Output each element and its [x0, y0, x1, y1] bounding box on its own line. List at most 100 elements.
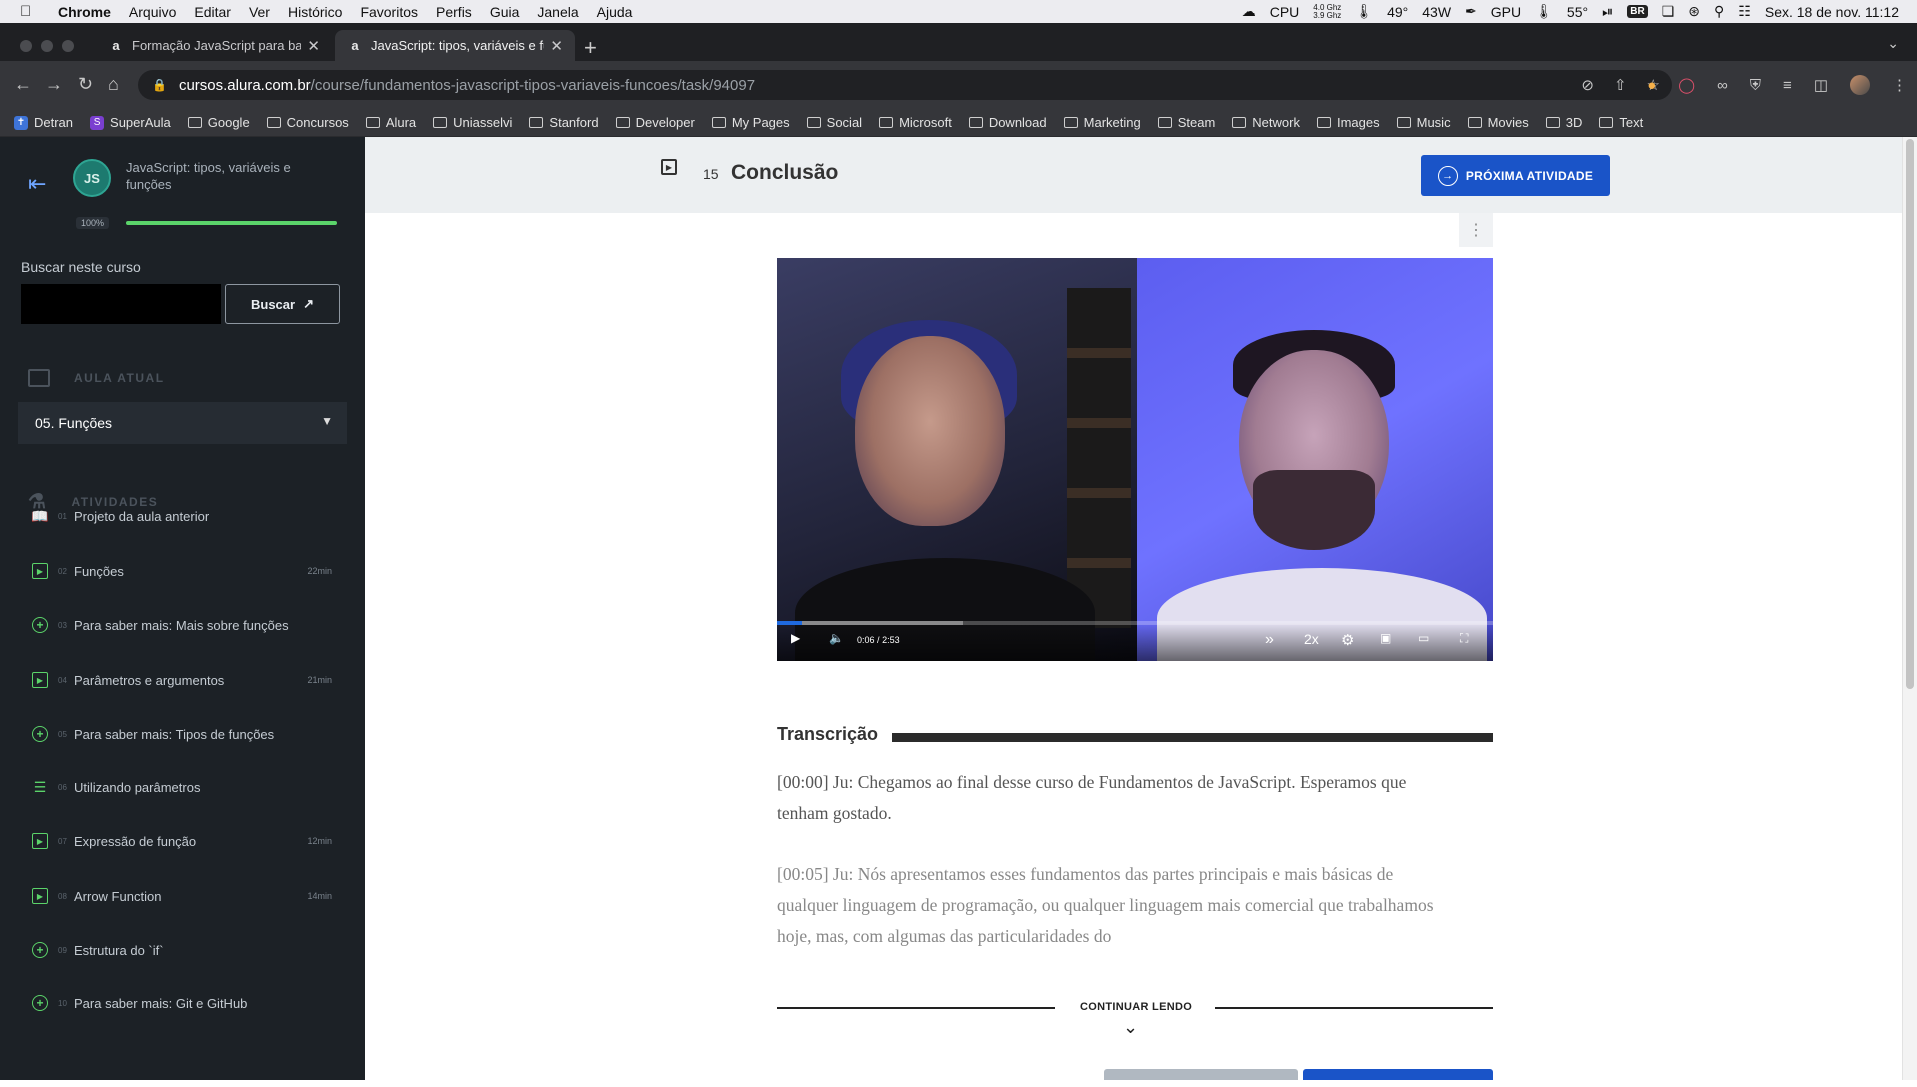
picture-in-picture-icon[interactable]: ▣ — [1380, 631, 1391, 645]
bookmark-folder-my-pages[interactable]: My Pages — [711, 115, 790, 130]
play-icon[interactable]: ▶ — [791, 631, 800, 645]
minimize-window-button[interactable] — [41, 40, 53, 52]
bookmark-folder-social[interactable]: Social — [806, 115, 862, 130]
menu-favoritos[interactable]: Favoritos — [360, 4, 418, 20]
profile-avatar[interactable] — [1850, 75, 1870, 95]
close-tab-icon[interactable]: ✕ — [550, 37, 563, 55]
back-arrow-icon[interactable]: ← — [14, 74, 32, 95]
keyboard-layout[interactable]: BR — [1627, 5, 1648, 18]
menu-ver[interactable]: Ver — [249, 4, 270, 20]
apple-menu-icon[interactable]:  — [20, 3, 38, 20]
bookmark-folder-concursos[interactable]: Concursos — [266, 115, 349, 130]
address-bar[interactable]: 🔒 cursos.alura.com.br /course/fundamento… — [138, 70, 1672, 100]
activity-item[interactable]: ☰ 06 Utilizando parâmetros — [0, 775, 365, 799]
skip-forward-icon[interactable]: » — [1265, 631, 1274, 649]
extension-icon[interactable]: ● — [1647, 77, 1656, 94]
datetime[interactable]: Sex. 18 de nov. 11:12 — [1765, 4, 1899, 20]
activity-item[interactable]: +03 Para saber mais: Mais sobre funções — [0, 613, 365, 637]
fullscreen-icon[interactable]: ⛶ — [1460, 631, 1468, 646]
course-title[interactable]: JavaScript: tipos, variáveis e funções — [126, 159, 306, 193]
browser-tab-javascript[interactable]: a JavaScript: tipos, variáveis e funções… — [335, 30, 575, 61]
bookmark-folder-uniasselvi[interactable]: Uniasselvi — [433, 115, 512, 130]
chevron-down-icon[interactable]: ⌄ — [1123, 1017, 1138, 1038]
close-tab-icon[interactable]: ✕ — [307, 37, 320, 55]
wifi-icon[interactable]: ⊛ — [1688, 3, 1700, 20]
activity-item[interactable]: +10 Para saber mais: Git e GitHub — [0, 991, 365, 1015]
next-button-partial[interactable] — [1303, 1069, 1493, 1080]
bookmark-folder-text[interactable]: Text — [1599, 115, 1643, 130]
continue-reading-link[interactable]: CONTINUAR LENDO — [1080, 1001, 1192, 1013]
bookmark-folder-movies[interactable]: Movies — [1467, 115, 1529, 130]
activity-item[interactable]: ▶ 02 Funções 22min — [0, 559, 365, 583]
forward-arrow-icon[interactable]: → — [45, 74, 63, 95]
activity-item[interactable]: +09 Estrutura do `if` — [0, 938, 365, 962]
side-panel-icon[interactable]: ◫ — [1814, 76, 1828, 94]
activity-item[interactable]: 📖 01 Projeto da aula anterior — [0, 504, 365, 528]
lesson-select[interactable]: 05. Funções ▼ — [18, 402, 347, 444]
activity-item[interactable]: ▶ 04 Parâmetros e argumentos 21min — [0, 668, 365, 692]
menu-guia[interactable]: Guia — [490, 4, 520, 20]
bookmark-folder-google[interactable]: Google — [187, 115, 250, 130]
previous-button-partial[interactable] — [1104, 1069, 1298, 1080]
control-center-icon[interactable]: ☷ — [1738, 3, 1751, 20]
bookmark-folder-download[interactable]: Download — [968, 115, 1047, 130]
share-icon[interactable]: ⇧ — [1614, 76, 1627, 94]
bookmark-folder-alura[interactable]: Alura — [365, 115, 416, 130]
cloud-icon[interactable]: ☁ — [1242, 3, 1256, 20]
collapse-sidebar-icon[interactable]: ⇤ — [28, 171, 46, 197]
zoom-window-button[interactable] — [62, 40, 74, 52]
bookmark-folder-images[interactable]: Images — [1316, 115, 1380, 130]
search-course-button[interactable]: Buscar ↗ — [225, 284, 340, 324]
home-icon[interactable]: ⌂ — [108, 74, 119, 95]
bookmark-folder-marketing[interactable]: Marketing — [1063, 115, 1141, 130]
bookmark-folder-music[interactable]: Music — [1396, 115, 1451, 130]
menu-arquivo[interactable]: Arquivo — [129, 4, 176, 20]
more-options-icon[interactable]: ⋮ — [1459, 213, 1493, 247]
activity-item[interactable]: ▶ 07 Expressão de função 12min — [0, 829, 365, 853]
bookmark-folder-stanford[interactable]: Stanford — [529, 115, 599, 130]
scrollbar-thumb[interactable] — [1906, 139, 1914, 689]
windows-icon[interactable]: ❏ — [1662, 3, 1675, 20]
eye-off-icon[interactable]: ⊘ — [1581, 76, 1594, 94]
activity-item[interactable]: +05 Para saber mais: Tipos de funções — [0, 722, 365, 746]
reload-icon[interactable]: ↻ — [78, 74, 93, 95]
bookmark-detran[interactable]: ✝ Detran — [14, 115, 73, 130]
bookmark-folder-microsoft[interactable]: Microsoft — [879, 115, 952, 130]
play-circle-icon[interactable]: ⏯ — [1602, 3, 1613, 20]
tab-search-chevron-icon[interactable]: ⌄ — [1887, 35, 1899, 52]
bookmark-folder-developer[interactable]: Developer — [615, 115, 695, 130]
next-activity-button[interactable]: → PRÓXIMA ATIVIDADE — [1421, 155, 1610, 196]
page-scrollbar[interactable] — [1902, 137, 1917, 1080]
menu-ajuda[interactable]: Ajuda — [597, 4, 633, 20]
search-course-input[interactable] — [21, 284, 221, 324]
settings-gear-icon[interactable]: ⚙ — [1341, 631, 1354, 649]
menu-historico[interactable]: Histórico — [288, 4, 342, 20]
video-seek-bar[interactable] — [777, 621, 1493, 625]
search-icon[interactable]: ⚲ — [1714, 3, 1724, 20]
lock-icon[interactable]: 🔒 — [152, 78, 167, 92]
new-tab-icon[interactable]: + — [584, 35, 597, 61]
bookmark-folder-steam[interactable]: Steam — [1157, 115, 1215, 130]
video-player[interactable]: ▶ 🔈 0:06 / 2:53 » 2x ⚙ ▣ ▭ ⛶ — [777, 258, 1493, 661]
menu-app-name[interactable]: Chrome — [58, 4, 111, 20]
close-window-button[interactable] — [20, 40, 32, 52]
volume-icon[interactable]: 🔈 — [829, 631, 844, 645]
menu-janela[interactable]: Janela — [537, 4, 578, 20]
theater-mode-icon[interactable]: ▭ — [1418, 631, 1429, 645]
bookmark-folder-3d[interactable]: 3D — [1545, 115, 1582, 130]
activity-item[interactable]: ▶ 08 Arrow Function 14min — [0, 884, 365, 908]
bookmark-superaula[interactable]: S SuperAula — [90, 115, 171, 130]
browser-tab-formacao[interactable]: a Formação JavaScript para back-end ✕ — [96, 30, 332, 61]
extension-icon[interactable]: ◯ — [1678, 76, 1695, 94]
menu-perfis[interactable]: Perfis — [436, 4, 472, 20]
playback-speed[interactable]: 2x — [1304, 631, 1319, 647]
bookmark-folder-network[interactable]: Network — [1232, 115, 1300, 130]
extension-icon[interactable]: ∞ — [1717, 77, 1728, 94]
menu-editar[interactable]: Editar — [194, 4, 231, 20]
puzzle-icon[interactable]: ⛨ — [1750, 77, 1761, 94]
more-menu-icon[interactable]: ⋮ — [1892, 76, 1907, 94]
reading-list-icon[interactable]: ≡ — [1783, 77, 1792, 94]
activity-title: Funções — [74, 563, 124, 579]
course-logo[interactable]: JS — [73, 159, 111, 197]
feather-icon[interactable]: ✒ — [1465, 3, 1477, 20]
